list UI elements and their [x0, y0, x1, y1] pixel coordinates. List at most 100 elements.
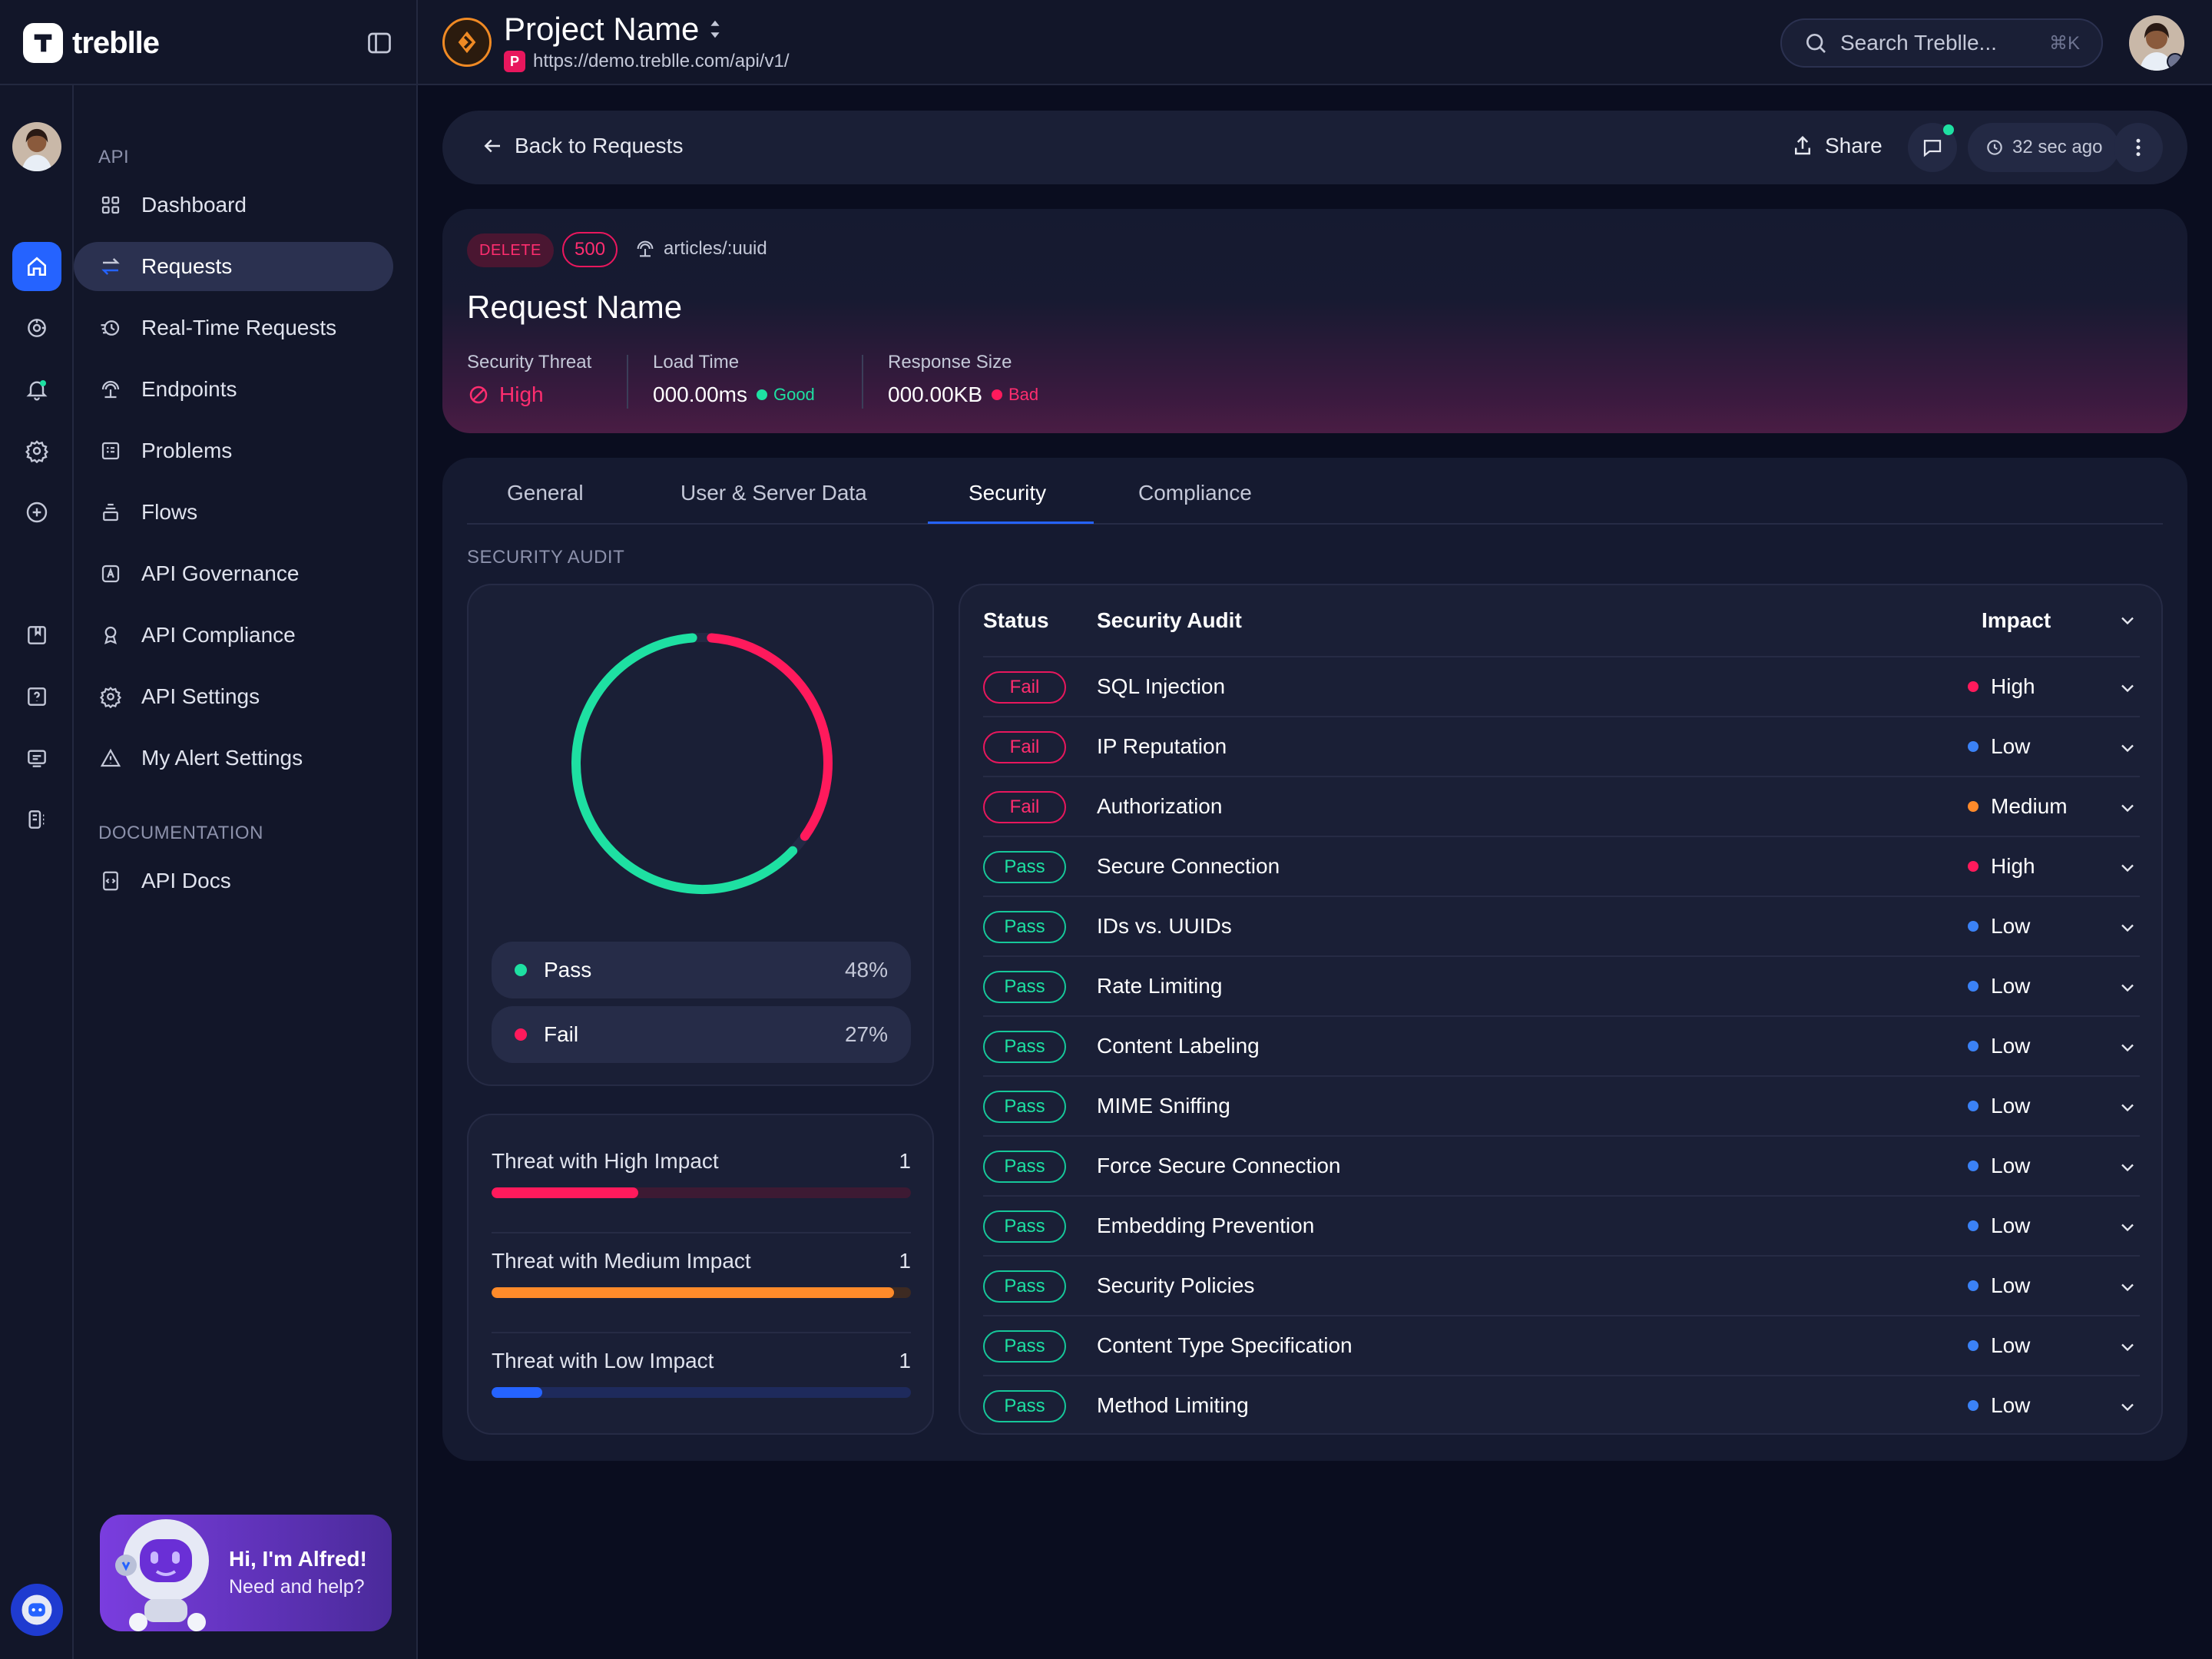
nav-item-flows[interactable]: Flows: [74, 488, 393, 537]
chevron-down-icon[interactable]: [2117, 1396, 2138, 1418]
endpoints-icon: [634, 238, 656, 260]
status-badge: Pass: [983, 971, 1066, 1003]
legend-pass: Pass 48%: [492, 942, 911, 998]
sidebar-toggle-icon[interactable]: [366, 29, 393, 57]
governance-icon: [97, 560, 124, 588]
nav-item-api-governance[interactable]: API Governance: [74, 549, 393, 598]
assistant-bot-icon[interactable]: [11, 1584, 63, 1636]
threat-progress-fill: [492, 1387, 542, 1398]
impact-cell: Low: [1968, 734, 2030, 759]
more-options-button[interactable]: [2114, 123, 2163, 172]
threat-count: 1: [899, 1149, 911, 1173]
chevron-down-icon[interactable]: [2117, 797, 2138, 819]
nav-item-api-compliance[interactable]: API Compliance: [74, 611, 393, 660]
chevron-down-icon[interactable]: [2117, 1277, 2138, 1298]
table-row[interactable]: Fail IP Reputation Low: [983, 716, 2140, 776]
user-avatar[interactable]: [2129, 15, 2184, 71]
nav-item-api-docs[interactable]: API Docs: [74, 856, 393, 906]
home-icon[interactable]: [12, 242, 61, 291]
impact-label: Low: [1991, 1034, 2031, 1058]
chevron-down-icon[interactable]: [2117, 917, 2138, 939]
nav-item-api-settings[interactable]: API Settings: [74, 672, 393, 721]
table-row[interactable]: Pass Force Secure Connection Low: [983, 1135, 2140, 1195]
impact-dot: [1968, 1041, 1979, 1051]
alfred-assistant-card[interactable]: Hi, I'm Alfred! Need and help?: [100, 1515, 392, 1631]
nav-item-requests[interactable]: Requests: [74, 242, 393, 291]
table-row[interactable]: Fail SQL Injection High: [983, 656, 2140, 716]
nav-item-problems[interactable]: Problems: [74, 426, 393, 475]
threat-divider: [492, 1232, 911, 1233]
nav-item-label: Endpoints: [141, 377, 237, 401]
impact-label: Low: [1991, 734, 2031, 758]
table-row[interactable]: Pass Secure Connection High: [983, 836, 2140, 896]
impact-dot: [1968, 1161, 1979, 1171]
tab-user-server-data[interactable]: User & Server Data: [680, 481, 867, 505]
threat-progress-fill: [492, 1287, 895, 1298]
nav-item-endpoints[interactable]: Endpoints: [74, 365, 393, 414]
kebab-icon: [2127, 136, 2150, 159]
workspace-avatar[interactable]: [12, 122, 61, 171]
chevron-down-icon[interactable]: [2117, 1097, 2138, 1118]
impact-cell: Medium: [1968, 794, 2068, 819]
impact-cell: Low: [1968, 1034, 2030, 1058]
problems-icon: [97, 437, 124, 465]
tab-security[interactable]: Security: [969, 481, 1046, 505]
notifications-icon[interactable]: [12, 365, 61, 414]
chevron-down-icon[interactable]: [2117, 737, 2138, 759]
chevron-down-icon[interactable]: [2117, 677, 2138, 699]
table-row[interactable]: Pass IDs vs. UUIDs Low: [983, 896, 2140, 955]
impact-label: Low: [1991, 1154, 2031, 1177]
nav-item-dashboard[interactable]: Dashboard: [74, 180, 393, 230]
treblle-logo[interactable]: treblle: [23, 23, 160, 63]
clock-icon: [1985, 137, 2005, 157]
table-row[interactable]: Pass Security Policies Low: [983, 1255, 2140, 1315]
chevron-down-icon[interactable]: [2117, 610, 2138, 631]
chevron-down-icon[interactable]: [2117, 977, 2138, 998]
share-button[interactable]: Share: [1791, 134, 1883, 158]
status-badge: Pass: [983, 1031, 1066, 1063]
column-header-impact[interactable]: Impact: [1982, 608, 2051, 633]
add-icon[interactable]: [12, 488, 61, 537]
back-to-requests-link[interactable]: Back to Requests: [481, 134, 683, 158]
audit-name: IP Reputation: [1097, 734, 1227, 758]
chevron-down-icon[interactable]: [2117, 1157, 2138, 1178]
alfred-subtitle: Need and help?: [229, 1576, 365, 1598]
feedback-icon[interactable]: [12, 733, 61, 783]
comments-button[interactable]: [1908, 123, 1957, 172]
back-label: Back to Requests: [515, 134, 684, 157]
table-row[interactable]: Pass Content Type Specification Low: [983, 1315, 2140, 1375]
project-switcher[interactable]: Project Name: [504, 11, 722, 48]
request-summary-card: DELETE 500 articles/:uuid Request Name S…: [442, 209, 2187, 433]
help-icon[interactable]: [12, 672, 61, 721]
bookmark-icon[interactable]: [12, 611, 61, 660]
nav-section-documentation: DOCUMENTATION: [98, 823, 263, 843]
settings-icon[interactable]: [12, 426, 61, 475]
impact-dot: [1968, 1101, 1979, 1111]
compliance-icon: [97, 621, 124, 649]
observability-icon[interactable]: [12, 303, 61, 353]
docs-icon: [97, 867, 124, 895]
tab-compliance[interactable]: Compliance: [1138, 481, 1252, 505]
project-logo[interactable]: [442, 18, 492, 67]
nav-item-realtime-requests[interactable]: Real-Time Requests: [74, 303, 393, 353]
search-input[interactable]: Search Treblle... ⌘K: [1780, 18, 2103, 68]
table-row[interactable]: Pass Embedding Prevention Low: [983, 1195, 2140, 1255]
nav-item-my-alert-settings[interactable]: My Alert Settings: [74, 733, 393, 783]
chevron-down-icon[interactable]: [2117, 857, 2138, 879]
table-row[interactable]: Pass MIME Sniffing Low: [983, 1075, 2140, 1135]
chevron-down-icon[interactable]: [2117, 1037, 2138, 1058]
search-icon: [1803, 31, 1828, 55]
chevron-down-icon[interactable]: [2117, 1217, 2138, 1238]
threat-impact-card: Threat with High Impact 1 Threat with Medi…: [467, 1114, 934, 1435]
table-row[interactable]: Pass Rate Limiting Low: [983, 955, 2140, 1015]
impact-cell: Low: [1968, 1094, 2030, 1118]
table-row[interactable]: Pass Content Labeling Low: [983, 1015, 2140, 1075]
tab-general[interactable]: General: [507, 481, 584, 505]
chevron-down-icon[interactable]: [2117, 1336, 2138, 1358]
apps-icon[interactable]: [12, 795, 61, 844]
time-label: 32 sec ago: [2012, 137, 2103, 157]
table-row[interactable]: Pass Method Limiting Low: [983, 1375, 2140, 1435]
table-row[interactable]: Fail Authorization Medium: [983, 776, 2140, 836]
impact-cell: Low: [1968, 1154, 2030, 1178]
threat-item: Threat with Medium Impact 1: [492, 1249, 911, 1298]
